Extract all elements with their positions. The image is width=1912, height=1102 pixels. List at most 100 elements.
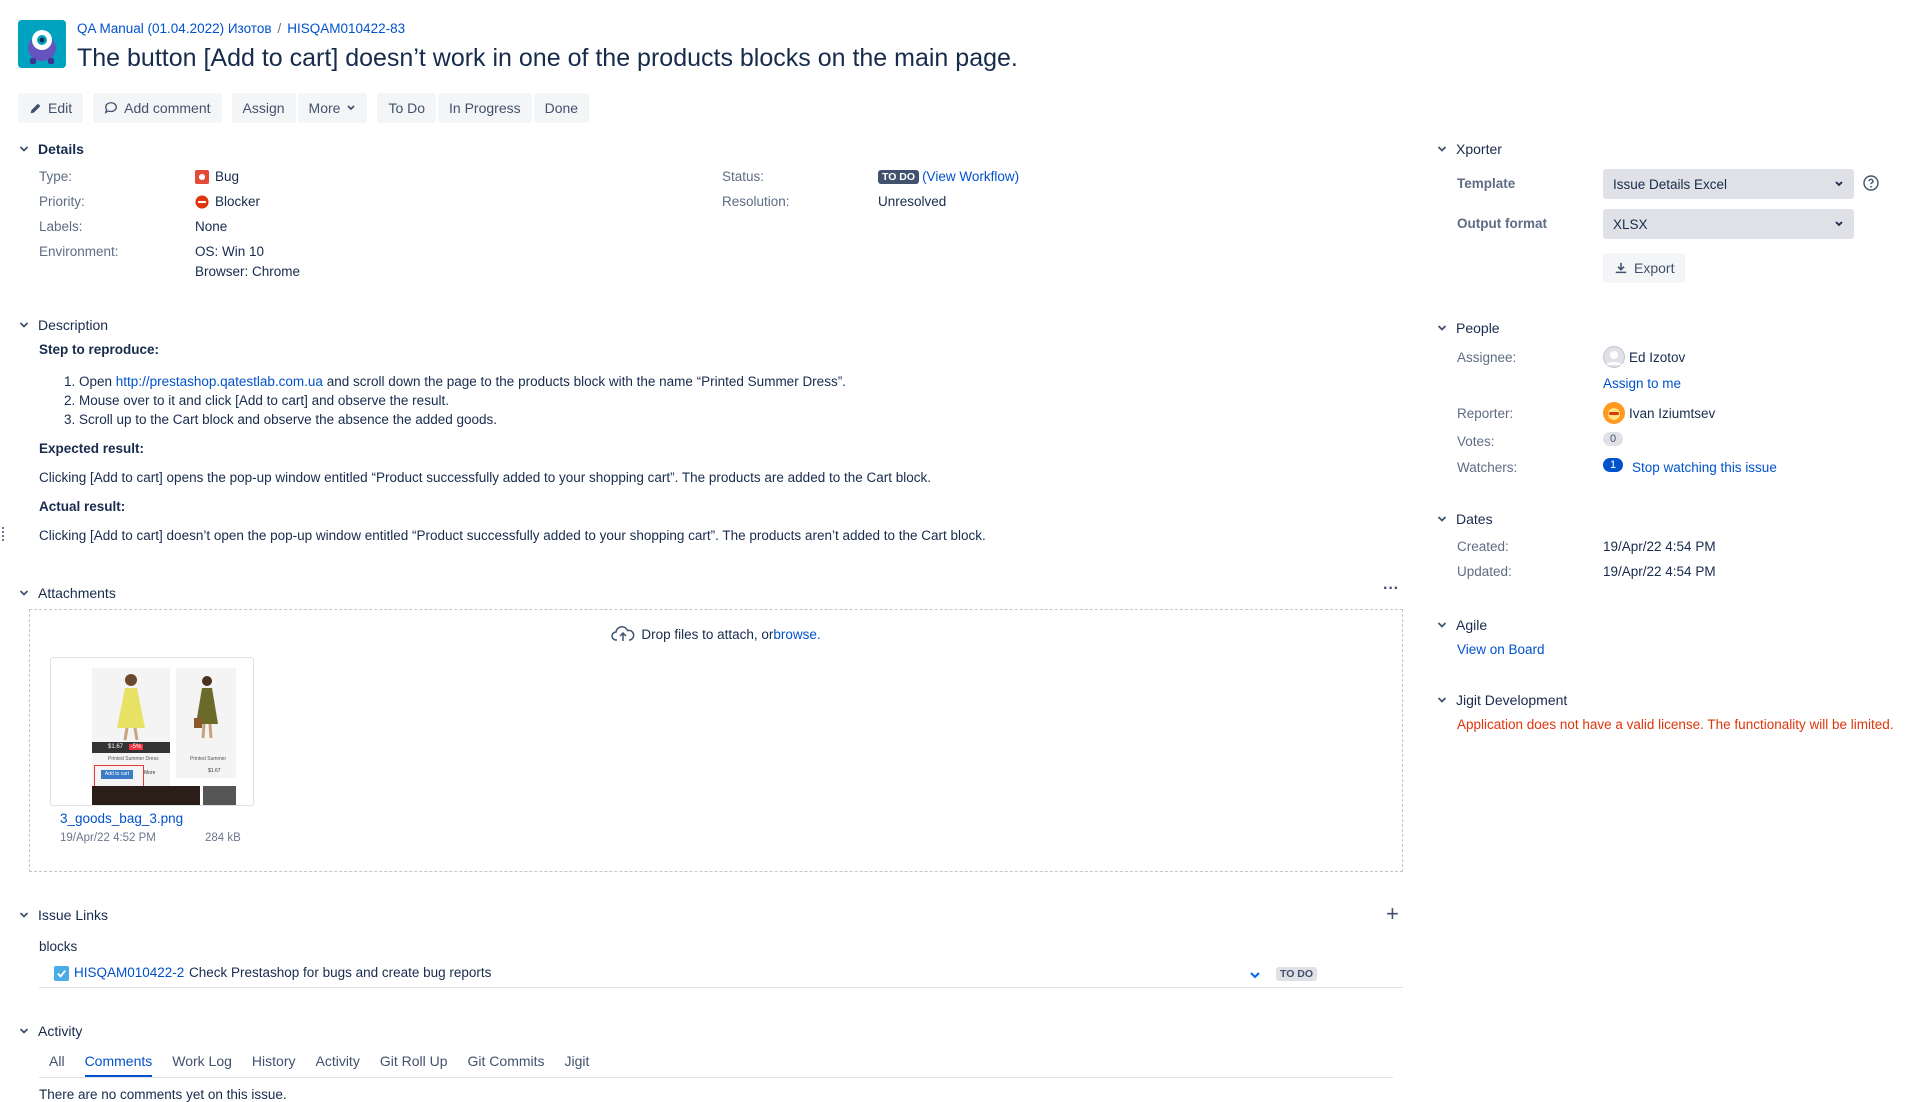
stop-watching-link[interactable]: Stop watching this issue [1632,460,1777,475]
in-progress-button[interactable]: In Progress [438,93,532,123]
xporter-heading: Xporter [1456,141,1502,157]
jigit-section-toggle[interactable]: Jigit Development [1436,692,1567,708]
chevron-down-icon [1437,697,1447,703]
thumb-product-card-1: $1.67 -5% Printed Summer Dress Add to ca… [92,668,170,796]
labels-value[interactable]: None [195,219,227,234]
environment-label: Environment: [39,244,119,259]
dress-image [117,674,145,741]
chevron-down-icon [1437,146,1447,152]
chevron-down-icon [1835,221,1843,227]
page-title[interactable]: The button [Add to cart] doesn’t work in… [77,44,1018,73]
thumb-name-2: Printed Summer [190,756,227,762]
activity-section-toggle[interactable]: Activity [18,1023,82,1039]
template-label: Template [1457,176,1516,191]
browse-link[interactable]: browse. [773,627,820,642]
view-on-board-link[interactable]: View on Board [1457,642,1545,657]
expected-text: Clicking [Add to cart] opens the pop-up … [39,470,932,485]
assign-button[interactable]: Assign [231,93,296,123]
drop-files-text: Drop files to attach, or [641,626,774,642]
tab-activity[interactable]: Activity [315,1053,359,1077]
assignee-label: Assignee: [1457,350,1517,365]
description-heading: Description [38,317,109,333]
attachments-dropzone[interactable]: Drop files to attach, or browse. $1.67 -… [29,609,1403,872]
add-issue-link-button[interactable]: + [1386,901,1399,927]
upload-cloud-icon [611,626,635,641]
pencil-icon [30,103,41,113]
created-value: 19/Apr/22 4:54 PM [1603,539,1716,554]
template-select[interactable]: Issue Details Excel [1603,169,1854,199]
attachments-section-toggle[interactable]: Attachments [18,585,116,601]
environment-os: OS: Win 10 [195,244,265,259]
tab-git-roll-up[interactable]: Git Roll Up [380,1053,448,1077]
attachment-file-date: 19/Apr/22 4:52 PM [60,832,156,844]
tab-jigit[interactable]: Jigit [565,1053,590,1077]
votes-count[interactable]: 0 [1603,432,1624,446]
template-select-value: Issue Details Excel [1613,176,1728,192]
attachment-thumbnail[interactable]: $1.67 -5% Printed Summer Dress Add to ca… [50,657,254,806]
people-section-toggle[interactable]: People [1436,320,1500,336]
chevron-down-icon [19,1028,29,1034]
bug-icon [195,169,209,184]
reporter-name: Ivan Iziumtsev [1629,405,1716,421]
tab-git-commits[interactable]: Git Commits [468,1053,545,1077]
description-section-toggle[interactable]: Description [18,317,108,333]
linked-issue-summary[interactable]: Check Prestashop for bugs and create bug… [189,965,491,980]
xporter-section-toggle[interactable]: Xporter [1436,141,1502,157]
more-button[interactable]: More [297,93,368,123]
thumb-banner [92,786,200,805]
link-relation: blocks [39,939,78,954]
watchers-count[interactable]: 1 [1603,458,1624,472]
help-icon[interactable] [1863,175,1879,191]
attachments-more-button[interactable]: ··· [1383,580,1399,598]
edit-button[interactable]: Edit [18,93,84,123]
attachment-file-size: 284 kB [205,832,241,844]
reporter-label: Reporter: [1457,406,1514,421]
todo-button[interactable]: To Do [377,93,437,123]
output-format-value: XLSX [1613,216,1648,232]
no-comments-message: There are no comments yet on this issue. [39,1087,287,1102]
votes-label: Votes: [1457,434,1495,449]
activity-tabs: All Comments Work Log History Activity G… [39,1053,1393,1078]
add-comment-button[interactable]: Add comment [93,93,222,123]
updated-value: 19/Apr/22 4:54 PM [1603,564,1716,579]
tab-all[interactable]: All [49,1053,65,1077]
linked-issue-key[interactable]: HISQAM010422-2 [74,965,184,980]
activity-heading: Activity [38,1023,83,1039]
breadcrumb-project-link[interactable]: QA Manual (01.04.2022) Изотов [77,21,272,36]
resize-handle[interactable] [2,527,6,541]
export-button[interactable]: Export [1603,253,1686,283]
assign-to-me-link[interactable]: Assign to me [1603,376,1681,391]
edit-button-label: Edit [48,100,73,116]
breadcrumb-issue-link[interactable]: HISQAM010422-83 [287,21,405,36]
description-body[interactable]: Step to reproduce: 1. Open http://presta… [39,342,1399,543]
output-format-select[interactable]: XLSX [1603,209,1854,239]
details-section-toggle[interactable]: Details [18,141,84,157]
step-3: 3. Scroll up to the Cart block and obser… [64,412,498,427]
project-avatar[interactable] [18,20,66,68]
step-1-prefix: 1. Open [64,374,116,389]
dates-section-toggle[interactable]: Dates [1436,511,1493,527]
tab-comments[interactable]: Comments [84,1053,153,1077]
prestashop-link[interactable]: http://prestashop.qatestlab.com.ua [116,374,323,389]
reporter-value[interactable]: Ivan Iziumtsev [1603,402,1715,424]
assign-more-group: Assign More [231,93,368,123]
done-button[interactable]: Done [533,93,590,123]
attachment-file-name[interactable]: 3_goods_bag_3.png [60,811,183,826]
license-warning: Application does not have a valid licens… [1457,717,1894,732]
view-workflow-link[interactable]: (View Workflow) [922,169,1019,184]
chevron-down-icon [19,590,29,596]
resolution-value: Unresolved [878,194,947,209]
agile-section-toggle[interactable]: Agile [1436,617,1487,633]
issue-links-heading: Issue Links [38,907,109,923]
chevron-down-icon [1835,181,1843,187]
assignee-value[interactable]: Ed Izotov [1603,346,1685,368]
priority-value: Blocker [195,194,260,209]
tab-history[interactable]: History [252,1053,296,1077]
chevron-down-icon [1437,325,1447,331]
actual-text: Clicking [Add to cart] doesn’t open the … [39,528,986,543]
actual-heading: Actual result: [39,499,126,514]
type-value: Bug [195,169,239,184]
issue-links-section-toggle[interactable]: Issue Links [18,907,108,923]
details-heading: Details [38,141,84,157]
tab-work-log[interactable]: Work Log [172,1053,232,1077]
